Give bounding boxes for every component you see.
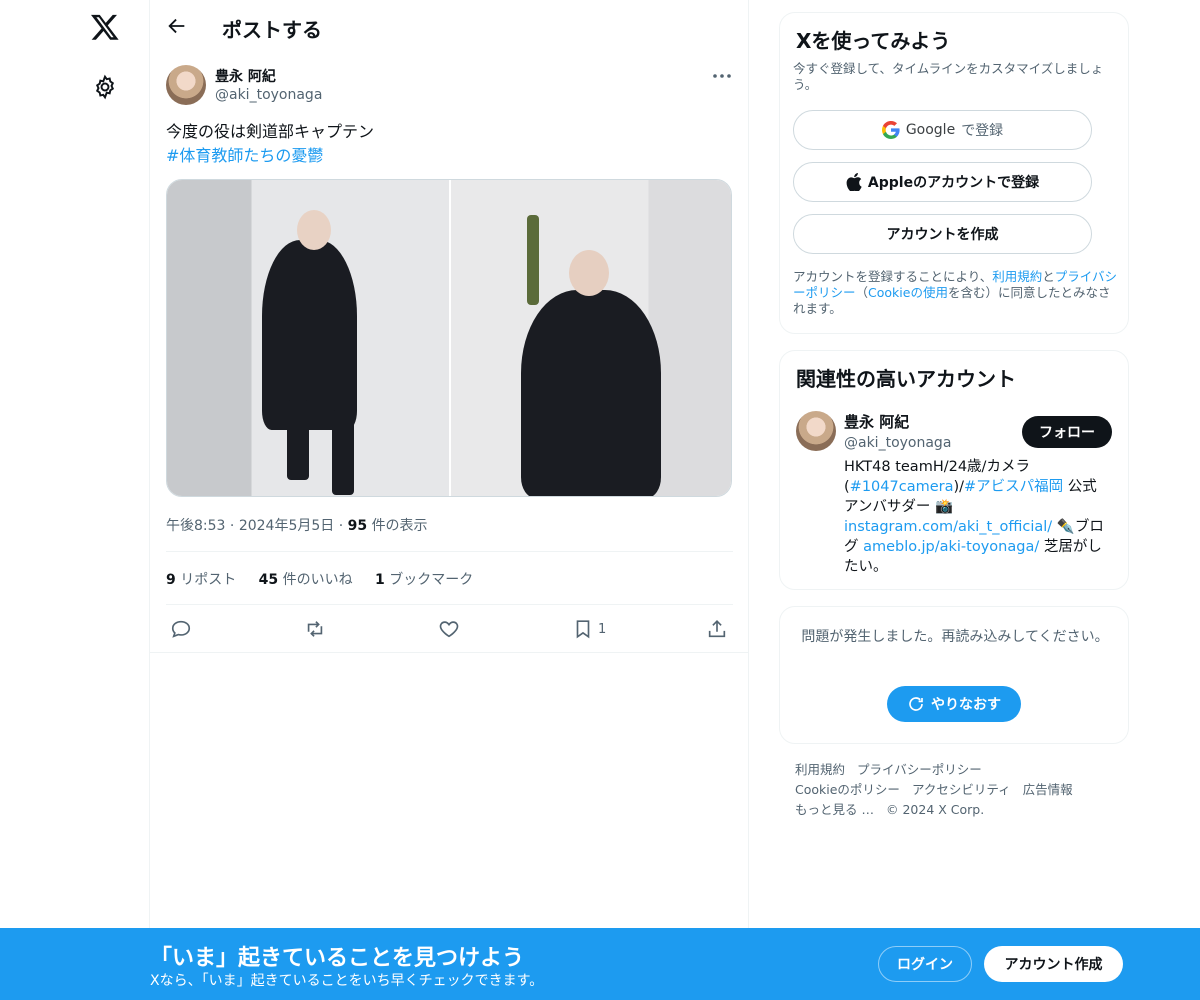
google-icon [881,121,900,139]
views-label: 件の表示 [371,518,428,534]
footer-link[interactable]: 広告情報 [1023,782,1073,797]
author-name[interactable]: 豊永 阿紀 [215,66,276,86]
post-text: 今度の役は剣道部キャプテン [166,122,375,141]
related-name[interactable]: 豊永 阿紀 [844,411,909,432]
page-title: ポストする [222,18,322,42]
terms-text: アカウントを登録することにより、利用規約とプライバシーポリシー（Cookieの使… [793,269,1118,316]
retry-button[interactable]: やりなおす [887,686,1021,722]
share-icon[interactable] [706,618,728,640]
footer-link[interactable]: もっと見る … [795,802,874,817]
post-date[interactable]: 2024年5月5日 [239,518,334,534]
create-account-button[interactable]: アカウントを作成 [793,214,1092,254]
bio-link[interactable]: ameblo.jp/aki-toyonaga/ [863,539,1039,555]
x-logo-icon[interactable] [90,12,120,42]
post-time[interactable]: 午後8:53 [166,518,225,534]
footer-link[interactable]: プライバシーポリシー [857,762,982,777]
google-signup-button[interactable]: Google で登録 [793,110,1092,150]
bookmark-count: 1 [598,622,607,637]
bio-link[interactable]: #1047camera [850,479,954,495]
author-handle[interactable]: @aki_toyonaga [215,87,322,103]
signup-title: Xを使ってみよう [796,29,951,53]
refresh-icon [909,697,923,711]
related-handle[interactable]: @aki_toyonaga [844,435,951,451]
main-header: ポストする [150,0,749,53]
post-stats: 9 リポスト 45 件のいいね 1 ブックマーク [166,569,491,589]
error-card: 問題が発生しました。再読み込みしてください。 やりなおす [779,606,1129,744]
post-hashtag[interactable]: #体育教師たちの憂鬱 [166,144,323,168]
follow-button[interactable]: フォロー [1022,416,1112,448]
apple-signup-button[interactable]: Appleのアカウントで登録 [793,162,1092,202]
banner-subtitle: Xなら、「いま」起きていることをいち早くチェックできます。 [150,973,544,989]
gear-icon[interactable] [92,74,118,100]
login-banner: 「いま」起きていることを見つけよう Xなら、「いま」起きていることをいち早くチェ… [0,928,1200,1000]
banner-title: 「いま」起きていることを見つけよう [150,946,525,971]
copyright: © 2024 X Corp. [885,802,985,817]
footer-link[interactable]: 利用規約 [795,762,845,777]
avatar[interactable] [796,411,836,451]
bookmarks-stat[interactable]: 1 ブックマーク [375,572,473,588]
cookie-link[interactable]: Cookieの使用 [868,285,948,300]
views-count: 95 [347,518,368,534]
post-meta: 午後8:53 · 2024年5月5日 · 95 件の表示 [166,518,428,534]
signup-button[interactable]: アカウント作成 [984,946,1123,982]
like-icon[interactable] [438,618,460,640]
more-icon[interactable] [710,66,734,86]
post-photo-2[interactable] [451,180,731,496]
footer-links: 利用規約 プライバシーポリシー Cookieのポリシー アクセシビリティ 広告情報 も… [795,760,1105,820]
repost-icon[interactable] [304,618,326,640]
login-button[interactable]: ログイン [878,946,972,982]
error-message: 問題が発生しました。再読み込みしてください。 [801,629,1109,645]
signup-card: Xを使ってみよう 今すぐ登録して、タイムラインをカスタマイズしましょう。 Goo… [779,12,1129,334]
divider [166,551,733,552]
terms-link[interactable]: 利用規約 [992,269,1042,284]
footer-link[interactable]: Cookieのポリシー [795,782,900,797]
related-title: 関連性の高いアカウント [796,367,1016,391]
divider [150,652,749,653]
back-arrow-icon[interactable] [166,15,188,37]
apple-icon [846,173,862,191]
left-nav [0,0,150,1000]
post-media [166,179,732,497]
avatar[interactable] [166,65,206,105]
signup-subtitle: 今すぐ登録して、タイムラインをカスタマイズしましょう。 [793,61,1104,92]
bio-link[interactable]: instagram.com/aki_t_official/ [844,519,1052,535]
related-accounts-card: 関連性の高いアカウント 豊永 阿紀 @aki_toyonaga フォロー HKT… [779,350,1129,590]
related-bio: HKT48 teamH/24歳/カメラ(#1047camera)/#アビスパ福岡… [844,459,1104,575]
main-column: ポストする 豊永 阿紀 @aki_toyonaga 今度の役は剣道部キャプテン … [150,0,749,1000]
reply-icon[interactable] [170,618,192,640]
footer-link[interactable]: アクセシビリティ [912,782,1011,797]
bio-link[interactable]: #アビスパ福岡 [964,479,1063,495]
reposts-stat[interactable]: 9 リポスト [166,572,236,588]
divider [166,604,733,605]
post-photo-1[interactable] [167,180,449,496]
bookmark-icon[interactable] [572,618,594,640]
likes-stat[interactable]: 45 件のいいね [259,572,353,588]
